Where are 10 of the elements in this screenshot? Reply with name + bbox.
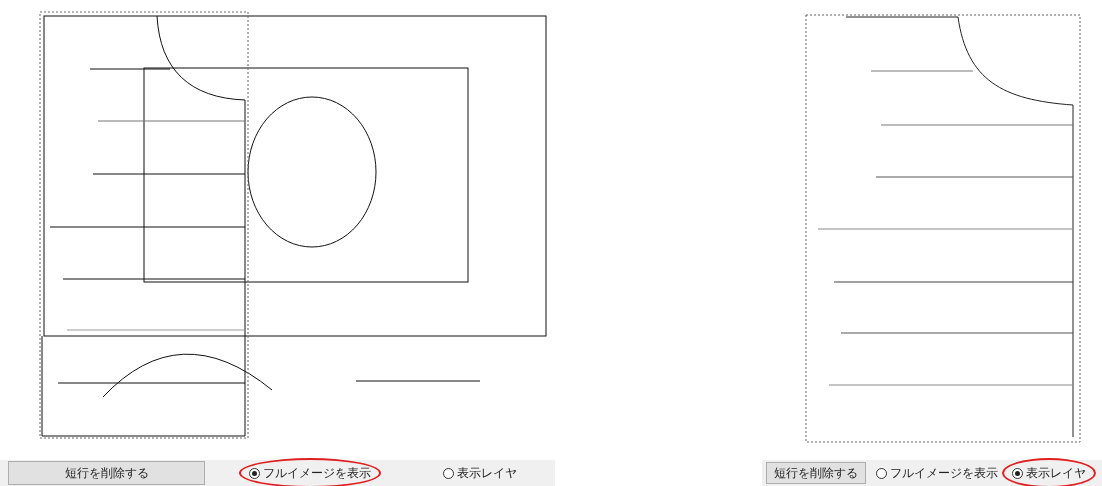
radio-button[interactable] bbox=[1012, 467, 1023, 479]
radio-label[interactable]: フルイメージを表示 bbox=[263, 464, 371, 482]
radio-label[interactable]: 表示レイヤ bbox=[1026, 464, 1086, 482]
radio-button[interactable] bbox=[443, 467, 454, 479]
radio-label[interactable]: フルイメージを表示 bbox=[890, 464, 998, 482]
radio-label[interactable]: 表示レイヤ bbox=[457, 464, 517, 482]
radio-button[interactable] bbox=[249, 467, 260, 479]
delete-short-lines-button[interactable]: 短行を削除する bbox=[766, 462, 866, 484]
delete-short-lines-button[interactable]: 短行を削除する bbox=[8, 461, 205, 485]
radio-button[interactable] bbox=[876, 467, 887, 479]
